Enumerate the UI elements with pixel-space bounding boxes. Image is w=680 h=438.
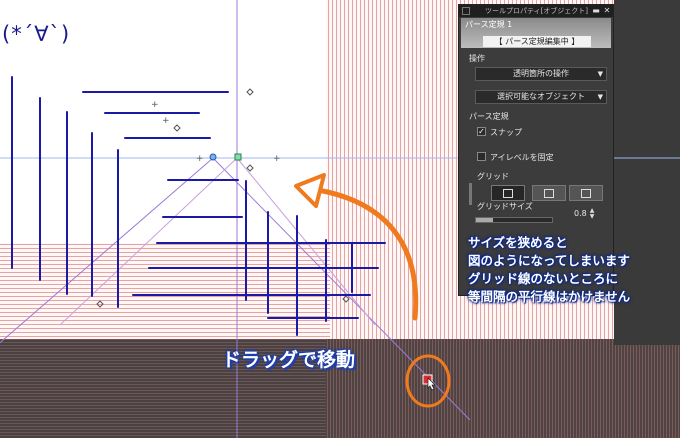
snap-label: スナップ bbox=[490, 128, 522, 137]
grid-plane-icon bbox=[581, 189, 591, 198]
close-icon[interactable]: ✕ bbox=[602, 6, 612, 16]
operation-value: 透明箇所の操作 bbox=[513, 69, 569, 78]
vanishing-point-handle[interactable] bbox=[209, 153, 217, 161]
grid-size-label: グリッドサイズ bbox=[477, 202, 533, 211]
panel-title: ツールプロパティ[オブジェクト] bbox=[485, 7, 589, 15]
grid-region-bottom bbox=[0, 243, 330, 339]
selectable-object-dropdown[interactable]: 選択可能なオブジェクト ▼ bbox=[475, 90, 607, 104]
grid-size-value: 0.8 bbox=[574, 209, 587, 218]
guide-plus: + bbox=[273, 154, 281, 164]
selectable-object-value: 選択可能なオブジェクト bbox=[497, 92, 585, 101]
guide-plus: + bbox=[162, 116, 170, 126]
annotation-line: 図のようになってしまいます bbox=[468, 253, 630, 268]
snap-checkbox[interactable]: ✓ bbox=[477, 127, 486, 136]
grid-label: グリッド bbox=[477, 172, 509, 181]
eyelevel-checkbox[interactable] bbox=[477, 152, 486, 161]
annotation-line: グリッド線のないところに bbox=[468, 271, 619, 286]
perspective-ruler-label: パース定規 bbox=[469, 112, 509, 121]
grid-size-spinner[interactable]: ▲ ▼ bbox=[588, 208, 596, 220]
dark-region-right bbox=[326, 339, 680, 438]
grid-plane-1-button[interactable] bbox=[491, 185, 525, 201]
guide-plus: + bbox=[196, 154, 204, 164]
tool-name: パース定規 1 bbox=[465, 20, 513, 29]
panel-titlebar[interactable]: ツールプロパティ[オブジェクト] ▬ ✕ bbox=[459, 5, 613, 17]
grid-plane-icon bbox=[544, 189, 554, 198]
chevron-down-icon: ▼ bbox=[597, 70, 603, 78]
kaomoji-text: (*´∀`) bbox=[2, 22, 71, 46]
annotation-line: サイズを狭めると bbox=[468, 235, 568, 250]
minimize-icon[interactable]: ▬ bbox=[591, 6, 601, 16]
grid-plane-icon bbox=[503, 189, 513, 198]
operation-dropdown[interactable]: 透明箇所の操作 ▼ bbox=[475, 67, 607, 81]
grid-size-slider-fill bbox=[476, 218, 493, 222]
edit-mode-label: 【 パース定規編集中 】 bbox=[483, 36, 591, 47]
eye-level-handle[interactable] bbox=[234, 153, 242, 161]
annotation-line: 等間隔の平行線はかけません bbox=[468, 289, 631, 304]
panel-menu-icon[interactable] bbox=[462, 7, 470, 15]
chevron-down-icon: ▼ bbox=[597, 93, 603, 101]
annotation-note: サイズを狭めると 図のようになってしまいます グリッド線のないところに 等間隔の… bbox=[468, 234, 678, 306]
grid-plane-2-button[interactable] bbox=[532, 185, 566, 201]
grid-plane-3-button[interactable] bbox=[569, 185, 603, 201]
guide-plus: + bbox=[151, 100, 159, 110]
operation-label: 操作 bbox=[469, 54, 485, 63]
grid-indicator bbox=[469, 183, 472, 205]
drag-caption: ドラッグで移動 bbox=[222, 349, 356, 371]
tool-tab-header: パース定規 1 【 パース定規編集中 】 bbox=[461, 18, 611, 48]
grid-size-slider[interactable] bbox=[475, 217, 553, 223]
eyelevel-label: アイレベルを固定 bbox=[490, 153, 554, 162]
